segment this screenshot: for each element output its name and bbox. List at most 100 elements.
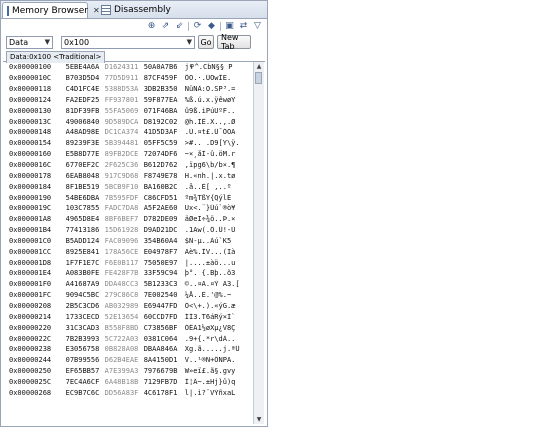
tab-disassembly-label: Disassembly bbox=[114, 5, 171, 15]
hex-cell: 0381C064 bbox=[143, 334, 178, 343]
address-cell: 0x000001F0 bbox=[9, 280, 52, 289]
text-cell: ~×¸åÎ-û.öM.r bbox=[184, 150, 236, 159]
hex-cell: 8BF6BEF7 bbox=[104, 215, 139, 224]
memory-row[interactable]: 0x00000184 8F1BE519 5BCB9F10 BA160B2C .å..Ë[… bbox=[3, 181, 257, 192]
hex-cell: 9094C5BC bbox=[65, 291, 100, 300]
hex-cell: B558F8BD bbox=[104, 323, 139, 332]
memory-row[interactable]: 0x0000022C 7B2B3993 5C722A03 0381C064 .9+{.*… bbox=[3, 333, 257, 344]
hex-cell: C73856BF bbox=[143, 323, 178, 332]
address-bar: Data ▼ 0x100 ▼ Go New Tab bbox=[6, 33, 251, 51]
memory-table[interactable]: 0x00000100 5EBE4A6A D1624311 50A0A7B6 j߾^.Cb… bbox=[3, 62, 257, 424]
hex-cell: 77413186 bbox=[65, 226, 100, 235]
memory-row[interactable]: 0x00000154 89239F3E 5B394481 05FF5C59 >#.. .… bbox=[3, 138, 257, 149]
memory-row[interactable]: 0x00000130 81DF39FB 55FA5069 071F46BA û9ß.iP… bbox=[3, 105, 257, 116]
hex-cell: E5B8D77E bbox=[65, 150, 100, 159]
memory-row[interactable]: 0x00000244 07B99556 D62B4EAE 8A4150D1 V..¹®N… bbox=[3, 355, 257, 366]
hex-cell: FE428F7B bbox=[104, 269, 139, 278]
text-cell: .9+{.*r\dÀ.. bbox=[184, 334, 236, 343]
memory-row[interactable]: 0x00000268 EC9B7C6C DD56A83F 4C6178F1 l|.ì?¨… bbox=[3, 387, 257, 398]
memory-row[interactable]: 0x000001D8 1F7F1E7C F6E0B117 75050E97 |....±… bbox=[3, 257, 257, 268]
text-cell: .å..Ë[ ,..º bbox=[184, 182, 232, 191]
rendering-tab-bar: Data:0x100 <Traditional> bbox=[3, 51, 265, 63]
memory-row[interactable]: 0x000001E4 A083B0FE FE428F7B 33F59C94 þ°. {.… bbox=[3, 268, 257, 279]
hex-cell: 33F59C94 bbox=[143, 269, 178, 278]
memory-row[interactable]: 0x000001CC 8925E841 178A56CE E04978F7 Aè%.ÎV… bbox=[3, 246, 257, 257]
memory-row[interactable]: 0x0000025C 7EC4A6CF 6A48B18B 7129FB7D Ï¦Ä~.±… bbox=[3, 376, 257, 387]
link-icon[interactable]: ⇄ bbox=[238, 21, 249, 31]
hex-cell: 6770EF2C bbox=[65, 161, 100, 170]
address-cell: 0x000001FC bbox=[9, 291, 52, 300]
text-cell: %ß.ú.x.ÿêwøY bbox=[184, 95, 236, 104]
memory-row[interactable]: 0x0000016C 6770EF2C 2F625C36 B612D762 ,ïpg6\… bbox=[3, 160, 257, 171]
memory-browser-icon bbox=[7, 5, 9, 16]
memory-row[interactable]: 0x00000214 1733CECD 52E13654 60CCD7FD ÍÎ3.T6… bbox=[3, 311, 257, 322]
memory-row[interactable]: 0x00000124 FA2EDF25 FF937801 59F877EA %ß.ú.x… bbox=[3, 95, 257, 106]
disassembly-icon bbox=[101, 5, 111, 15]
hex-cell: 4C6178F1 bbox=[143, 388, 178, 397]
hex-cell: 72074DF6 bbox=[143, 150, 178, 159]
address-cell: 0x00000238 bbox=[9, 345, 52, 354]
text-cell: Ux<.¨}Üú`®ò¥ bbox=[184, 204, 236, 213]
memory-row[interactable]: 0x0000013C 49006840 9D589DCA D8192C02 @h.IÊ.… bbox=[3, 116, 257, 127]
hex-cell: 89239F3E bbox=[65, 139, 100, 148]
new-tab-button[interactable]: New Tab bbox=[217, 33, 251, 51]
memory-row[interactable]: 0x00000160 E5B8D77E 89FB2DCE 72074DF6 ~×¸åÎ-… bbox=[3, 149, 257, 160]
memory-row[interactable]: 0x0000019C 103C7855 FADC7DA8 A5F2AE60 Ux<.¨}… bbox=[3, 203, 257, 214]
memory-row[interactable]: 0x00000220 31C3CAD3 B558F8BD C73856BF ÓÊÃ1½ø… bbox=[3, 322, 257, 333]
address-cell: 0x000001E4 bbox=[9, 269, 52, 278]
memory-row[interactable]: 0x00000208 2B5C3CD6 AB032989 E69447FD Ö<\+.)… bbox=[3, 301, 257, 312]
memory-row[interactable]: 0x000001F0 A41687A9 DDA48CC3 5B1233C3 ©..¤Ã.… bbox=[3, 279, 257, 290]
clear-icon[interactable]: ◆ bbox=[206, 21, 217, 31]
memory-row[interactable]: 0x000001B4 77413186 15D61928 D9AD21DC .1Aw(.… bbox=[3, 225, 257, 236]
address-cell: 0x0000022C bbox=[9, 334, 52, 343]
tab-memory-browser-label: Memory Browser bbox=[12, 5, 88, 16]
address-input[interactable]: 0x100 ▼ bbox=[61, 35, 195, 49]
text-cell: V..¹®N+ÖÑPA. bbox=[184, 356, 236, 365]
scroll-down-icon[interactable]: ▼ bbox=[254, 415, 264, 424]
hex-cell: 81DF39FB bbox=[65, 106, 100, 115]
scrollbar-thumb[interactable] bbox=[255, 72, 262, 84]
memory-browser-window: Memory Browser ✕ Disassembly ⊕ ⇗ ⇙ ⟳ ◆ ▣… bbox=[0, 0, 268, 427]
address-cell: 0x0000025C bbox=[9, 377, 52, 386]
memory-row[interactable]: 0x00000190 54BE6DBA 7B595FDF C86CFD51 ºm¾TßY… bbox=[3, 192, 257, 203]
pin-icon[interactable]: ⊕ bbox=[146, 21, 157, 31]
memory-row[interactable]: 0x00000148 A48AD98E DC1CA374 41D5D3AF .Ù.¤t£… bbox=[3, 127, 257, 138]
vertical-scrollbar[interactable]: ▲ ▼ bbox=[253, 62, 264, 424]
memory-row[interactable]: 0x00000100 5EBE4A6A D1624311 50A0A7B6 j߾^.Cb… bbox=[3, 62, 257, 73]
hex-cell: D8192C02 bbox=[143, 117, 178, 126]
refresh-icon[interactable]: ⟳ bbox=[192, 21, 203, 31]
hex-cell: 4965D8E4 bbox=[65, 215, 100, 224]
memory-row[interactable]: 0x0000010C B703D5D4 77D5D911 87CF459F ÔÕ.·.Ù… bbox=[3, 73, 257, 84]
scroll-up-icon[interactable]: ▲ bbox=[254, 62, 264, 71]
hex-cell: 07B99556 bbox=[65, 356, 100, 365]
memory-row[interactable]: 0x00000178 6EAB8048 917C9D68 F8749E78 H.«nh.… bbox=[3, 170, 257, 181]
tab-disassembly[interactable]: Disassembly bbox=[97, 2, 175, 18]
address-cell: 0x00000244 bbox=[9, 356, 52, 365]
import-icon[interactable]: ⇙ bbox=[174, 21, 185, 31]
memory-row[interactable]: 0x00000238 E3056758 0B828A08 DBAA846A Xg.ã..… bbox=[3, 344, 257, 355]
hex-cell: 1F7F1E7C bbox=[65, 258, 100, 267]
hex-cell: 54BE6DBA bbox=[65, 193, 100, 202]
export-icon[interactable]: ⇗ bbox=[160, 21, 171, 31]
tab-memory-browser[interactable]: Memory Browser ✕ bbox=[2, 2, 100, 18]
memory-row[interactable]: 0x000001FC 9094C5BC 279C86C8 7E002540 ¼Å..È.… bbox=[3, 290, 257, 301]
text-cell: þ°. {.Bþ..õ3 bbox=[184, 269, 236, 278]
hex-cell: D62B4EAE bbox=[104, 356, 139, 365]
hex-cell: A7E399A3 bbox=[104, 367, 139, 376]
address-cell: 0x000001C0 bbox=[9, 236, 52, 245]
new-view-icon[interactable]: ▣ bbox=[224, 21, 235, 31]
memory-row[interactable]: 0x00000118 C4D1FC4E 5388D53A 3DB2B350 NüÑÄ:Õ… bbox=[3, 84, 257, 95]
go-button[interactable]: Go bbox=[198, 35, 214, 49]
hex-cell: DD56A83F bbox=[104, 388, 139, 397]
memory-row[interactable]: 0x000001A8 4965D8E4 8BF6BEF7 D782DE09 äØeI÷¾… bbox=[3, 214, 257, 225]
text-cell: >#.. .D9[Y\ÿ. bbox=[184, 139, 240, 148]
text-cell: äØeI÷¾ö..Þ.× bbox=[184, 215, 236, 224]
hex-cell: 103C7855 bbox=[65, 204, 100, 213]
memory-context-select[interactable]: Data ▼ bbox=[6, 35, 53, 49]
hex-cell: 279C86C8 bbox=[104, 291, 139, 300]
hex-cell: 05FF5C59 bbox=[143, 139, 178, 148]
memory-row[interactable]: 0x00000250 EF65BB57 A7E399A3 7976679B W»eï£.… bbox=[3, 366, 257, 377]
memory-row[interactable]: 0x000001C0 B5ADD124 FAC09096 354B60A4 $Ñ-µ..… bbox=[3, 236, 257, 247]
hex-cell: 55FA5069 bbox=[104, 106, 139, 115]
view-menu-icon[interactable]: ▽ bbox=[252, 21, 263, 31]
